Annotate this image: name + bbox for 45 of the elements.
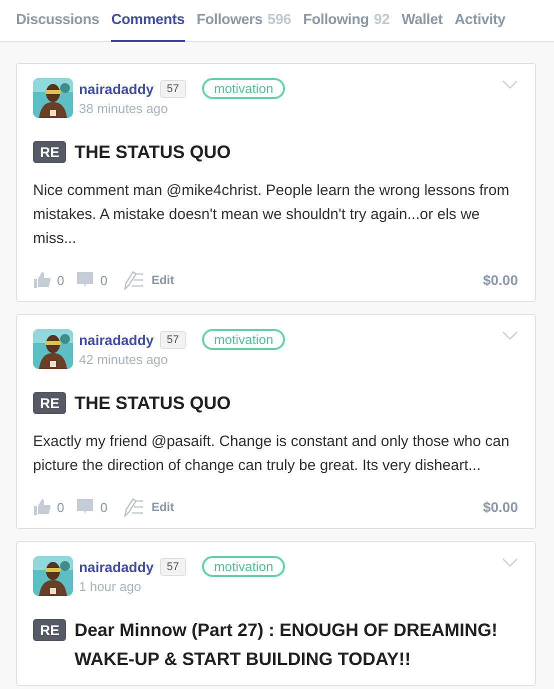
tag-pill[interactable]: motivation (202, 78, 286, 99)
edit-button[interactable]: Edit (123, 497, 174, 517)
tab-count: 92 (374, 12, 390, 28)
comment-icon (76, 271, 94, 289)
chevron-down-icon[interactable] (502, 558, 518, 568)
tab[interactable]: Discussions (16, 0, 100, 42)
edit-icon (123, 497, 146, 517)
author-link[interactable]: nairadaddy (79, 558, 154, 574)
chevron-down-icon[interactable] (502, 80, 518, 90)
post-title[interactable]: Dear Minnow (Part 27) : ENOUGH OF DREAMING! WAKE-UP & START BUILDING TODAY!! (74, 616, 518, 674)
edit-button[interactable]: Edit (123, 270, 174, 290)
timestamp: 42 minutes ago (79, 352, 169, 367)
tab[interactable]: Followers 596 (196, 0, 292, 42)
reputation-badge: 57 (160, 558, 186, 576)
tag-pill[interactable]: motivation (202, 556, 286, 577)
post-title[interactable]: THE STATUS QUO (74, 389, 231, 418)
thumbs-up-icon (33, 498, 51, 516)
author-link[interactable]: nairadaddy (79, 80, 154, 96)
tag-pill[interactable]: motivation (202, 329, 286, 350)
payout-amount: $0.00 (482, 499, 518, 515)
author-link[interactable]: nairadaddy (79, 332, 154, 348)
tab[interactable]: Activity (454, 0, 506, 42)
post-title[interactable]: THE STATUS QUO (74, 138, 231, 167)
timestamp: 1 hour ago (79, 579, 142, 594)
payout-amount: $0.00 (482, 272, 518, 288)
reputation-badge: 57 (160, 330, 186, 348)
comment-text: Nice comment man @mike4christ. People learn the wrong lessons from mistakes. A mistake doesn't mean we shouldn't try again...or els we miss... (33, 181, 510, 249)
tab[interactable]: Wallet (402, 0, 443, 42)
chevron-down-icon[interactable] (502, 331, 518, 341)
comment-text: Exactly my friend @pasaift. Change is constant and only those who can picture the direction of change can truly be great. Its very disheart... (33, 432, 510, 476)
tab[interactable]: Comments (111, 0, 185, 42)
reputation-badge: 57 (160, 80, 186, 98)
reply-button[interactable]: 0 (76, 271, 108, 289)
edit-icon (123, 270, 146, 290)
re-badge: RE (33, 141, 66, 163)
re-badge: RE (33, 392, 66, 414)
tab-count: 596 (267, 12, 292, 28)
re-badge: RE (33, 619, 66, 641)
thumbs-up-icon (33, 271, 51, 289)
like-button[interactable]: 0 (33, 271, 64, 289)
reply-button[interactable]: 0 (76, 498, 108, 516)
tab[interactable]: Following 92 (303, 0, 390, 42)
timestamp: 38 minutes ago (79, 101, 169, 116)
like-button[interactable]: 0 (33, 498, 64, 516)
comment-icon (76, 498, 94, 516)
